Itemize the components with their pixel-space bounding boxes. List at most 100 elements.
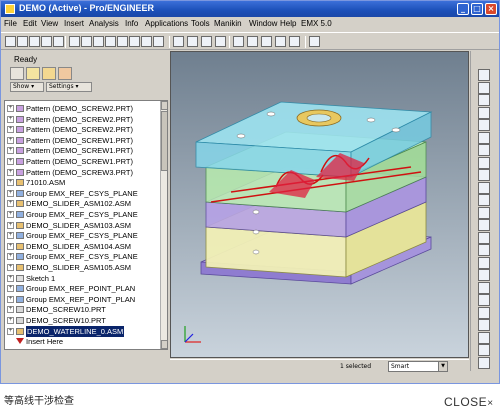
expand-icon[interactable]: + [7,264,14,271]
menu-item-file[interactable]: File [4,19,17,28]
repaint-icon[interactable] [117,36,128,47]
expand-icon[interactable]: + [7,274,14,282]
folder-tab-icon[interactable] [26,67,40,80]
model-tree-tab-icon[interactable] [10,67,24,80]
tree-item[interactable]: + Pattern (DEMO_SCREW2.PRT) [5,103,160,114]
title-bar[interactable]: DEMO (Active) - Pro/ENGINEER _ □ × [1,1,499,17]
graphics-viewport[interactable] [170,51,469,358]
whats-this-icon[interactable] [309,36,320,47]
merge-tool-icon[interactable] [478,269,490,281]
orient-icon[interactable] [129,36,140,47]
hole-tool-icon[interactable] [478,169,490,181]
menu-item-emx-5-0[interactable]: EMX 5.0 [301,19,332,28]
solidify-tool-icon[interactable] [478,331,490,344]
tree-item[interactable]: + DEMO_SLIDER_ASM103.ASM [5,220,160,231]
print-icon[interactable] [41,36,52,47]
expand-icon[interactable]: + [7,221,14,229]
sweep-tool-icon[interactable] [478,156,490,169]
saved-views-icon[interactable] [141,36,152,47]
favorites-tab-icon[interactable] [42,67,56,80]
open-icon[interactable] [17,36,28,47]
tree-item[interactable]: + Pattern (DEMO_SCREW1.PRT) [5,145,160,156]
menu-item-help[interactable]: Help [280,19,296,28]
menu-item-view[interactable]: View [41,19,58,28]
datum-axes-icon[interactable] [247,36,258,47]
pattern-tool-icon[interactable] [478,244,490,256]
maximize-button[interactable]: □ [471,3,483,15]
expand-icon[interactable]: + [7,115,14,123]
minimize-button[interactable]: _ [457,3,469,15]
expand-icon[interactable]: + [7,105,14,112]
menu-item-tools[interactable]: Tools [191,19,210,28]
expand-icon[interactable]: + [7,136,14,144]
menu-item-info[interactable]: Info [125,19,138,28]
tree-item[interactable]: + Group EMX_REF_CSYS_PLANE [5,209,160,220]
tree-item[interactable]: + Group EMX_REF_POINT_PLAN [5,294,160,305]
tree-item[interactable]: + Pattern (DEMO_SCREW2.PRT) [5,124,160,135]
expand-icon[interactable]: + [7,189,14,197]
tree-item[interactable]: + DEMO_SCREW10.PRT [5,304,160,315]
tree-item[interactable]: + Group EMX_REF_POINT_PLAN [5,283,160,294]
selection-filter-select[interactable]: Smart ▼ [388,361,448,372]
shading-icon[interactable] [215,36,226,47]
tree-item[interactable]: +71010.ASM [5,177,160,188]
no-hidden-icon[interactable] [201,36,212,47]
settings-menu-button[interactable]: Settings ▾ [46,82,92,92]
menu-item-window[interactable]: Window [249,19,277,28]
tree-item[interactable]: + DEMO_WATERLINE_0.ASM [5,325,160,337]
tree-item[interactable]: + Sketch 1 [5,273,160,284]
menu-item-analysis[interactable]: Analysis [89,19,119,28]
layers-icon[interactable] [153,36,164,47]
expand-icon[interactable]: + [7,232,14,240]
close-link[interactable]: CLOSE× [444,395,494,409]
tree-item[interactable]: + Group EMX_REF_CSYS_PLANE [5,251,160,262]
tree-item[interactable]: + Pattern (DEMO_SCREW1.PRT) [5,156,160,167]
regenerate-icon[interactable] [69,36,80,47]
chamfer-tool-icon[interactable] [478,194,490,206]
datum-points-icon[interactable] [261,36,272,47]
expand-icon[interactable]: + [7,200,14,208]
emx-tool-icon[interactable] [478,356,490,369]
expand-icon[interactable]: + [7,327,14,335]
expand-icon[interactable]: + [7,179,14,187]
expand-icon[interactable]: + [7,242,14,250]
dropdown-arrow-icon[interactable]: ▼ [438,362,447,371]
tree-item[interactable]: + Pattern (DEMO_SCREW1.PRT) [5,135,160,146]
csys-icon[interactable] [275,36,286,47]
datum-axis-tool-icon[interactable] [478,81,490,94]
menu-item-edit[interactable]: Edit [23,19,37,28]
refit-icon[interactable] [105,36,116,47]
tree-item[interactable]: Insert Here [5,336,160,347]
wireframe-icon[interactable] [173,36,184,47]
email-icon[interactable] [53,36,64,47]
mold-assembly-model[interactable] [171,52,469,358]
sketch-tool-icon[interactable] [478,94,490,106]
expand-icon[interactable]: + [7,285,14,293]
draft-tool-icon[interactable] [478,231,490,244]
close-window-button[interactable]: × [485,3,497,15]
connections-tab-icon[interactable] [58,67,72,80]
expand-icon[interactable]: + [7,306,14,314]
expand-icon[interactable]: + [7,295,14,303]
zoom-in-icon[interactable] [81,36,92,47]
rib-tool-icon[interactable] [478,219,490,231]
datum-point-tool-icon[interactable] [478,106,490,119]
revolve-tool-icon[interactable] [478,144,490,156]
tree-item[interactable]: + Pattern (DEMO_SCREW3.PRT) [5,167,160,178]
save-icon[interactable] [29,36,40,47]
tree-item[interactable]: + DEMO_SCREW10.PRT [5,315,160,326]
tree-scrollbar[interactable] [160,101,167,349]
tree-item[interactable]: + DEMO_SLIDER_ASM104.ASM [5,241,160,252]
scroll-up-icon[interactable] [161,101,167,110]
zoom-out-icon[interactable] [93,36,104,47]
datum-plane-tool-icon[interactable] [478,69,490,81]
expand-icon[interactable]: + [7,168,14,176]
datum-planes-icon[interactable] [233,36,244,47]
mirror-tool-icon[interactable] [478,256,490,269]
tree-item[interactable]: + Pattern (DEMO_SCREW2.PRT) [5,114,160,125]
expand-icon[interactable]: + [7,317,14,324]
new-icon[interactable] [5,36,16,47]
expand-icon[interactable]: + [7,126,14,134]
tree-item[interactable]: + DEMO_SLIDER_ASM102.ASM [5,198,160,209]
expand-icon[interactable]: + [7,253,14,261]
